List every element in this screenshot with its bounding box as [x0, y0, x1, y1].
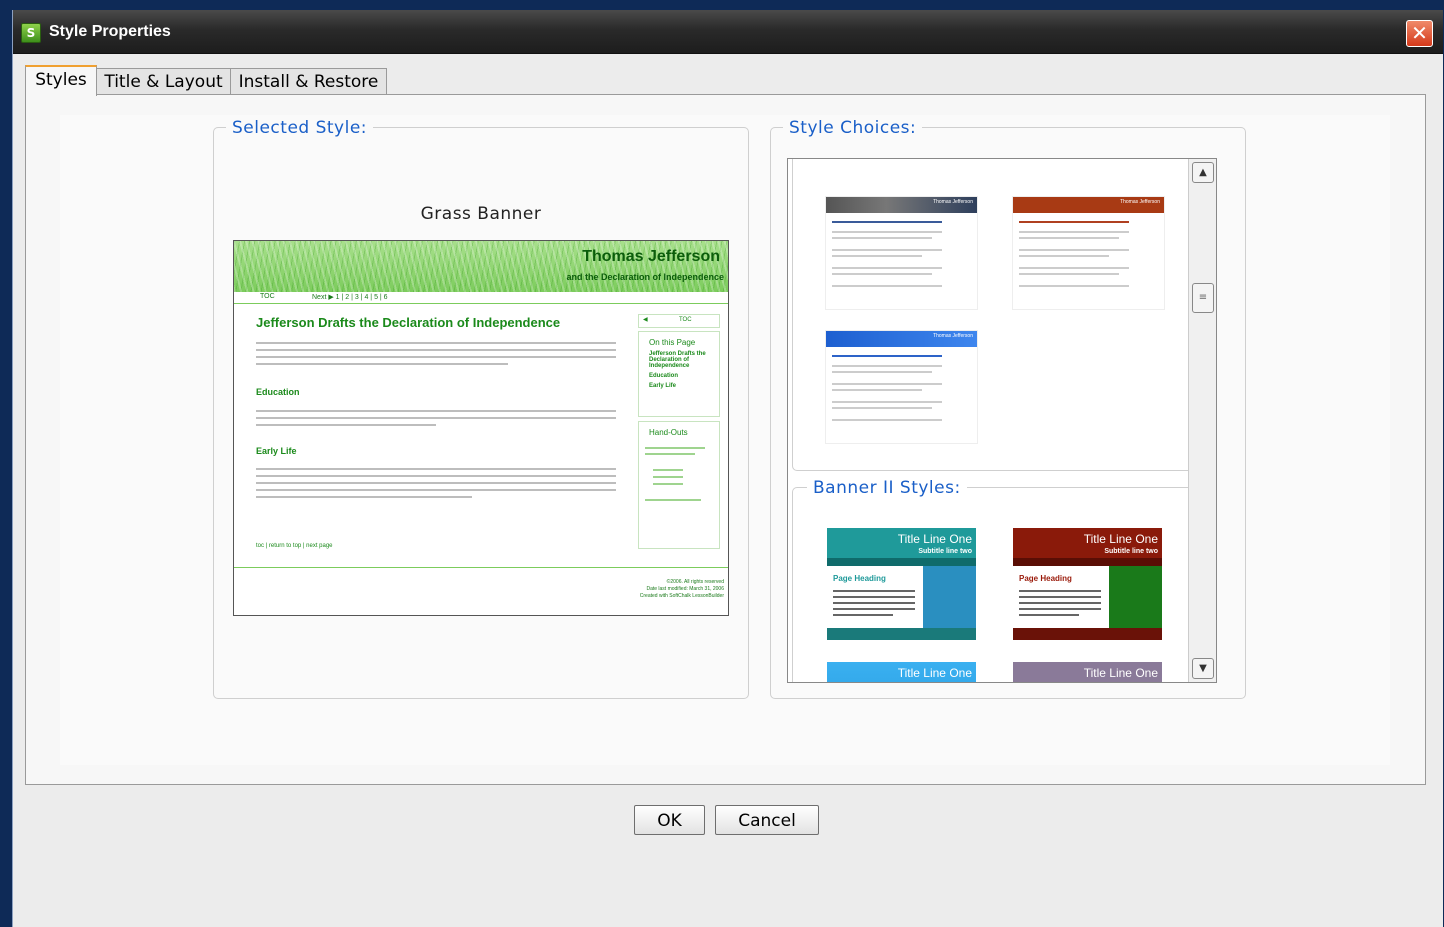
thumbnail-heading: Page Heading	[833, 574, 886, 583]
preview-paragraph	[256, 468, 616, 503]
thumbnail-title: Thomas Jefferson	[933, 199, 973, 205]
preview-footer: ©2006. All rights reserved Date last mod…	[640, 579, 724, 600]
preview-footer-line: Created with SoftChalk LessonBuilder	[639, 593, 724, 599]
preview-paragraph	[256, 342, 616, 370]
style-choices-legend: Style Choices:	[783, 118, 923, 138]
preview-footer-rule	[234, 567, 728, 568]
style-preview: Thomas Jefferson and the Declaration of …	[233, 240, 729, 616]
scroll-down-icon[interactable]: ▼	[1192, 658, 1214, 679]
preview-sidebar-item: Education	[649, 373, 679, 379]
preview-banner: Thomas Jefferson and the Declaration of …	[234, 241, 728, 292]
thumbnail-title: Title Line One	[897, 666, 972, 680]
thumbnail-subtitle: Subtitle line two	[918, 548, 972, 555]
window-title: Style Properties	[49, 23, 171, 40]
preview-section-early-life: Early Life	[256, 446, 297, 456]
preview-sidebar-item: Early Life	[649, 383, 677, 389]
style-properties-window: S Style Properties ✕ Styles Title & Layo…	[12, 10, 1443, 927]
style-choices-group: Style Choices: Thomas Jefferson Thomas J…	[770, 118, 1246, 699]
preview-banner-subtitle: and the Declaration of Independence	[566, 272, 724, 282]
thumbnail-title: Title Line One	[1083, 532, 1158, 546]
style-thumbnail[interactable]: Thomas Jefferson	[825, 196, 978, 310]
style-thumbnail[interactable]: Title Line One Subtitle line two Page He…	[1013, 528, 1162, 640]
preview-banner-title: Thomas Jefferson	[582, 248, 720, 265]
preview-sidebar-item: Jefferson Drafts the Declaration of Inde…	[649, 351, 706, 369]
preview-nav-toc: TOC	[260, 293, 275, 300]
thumbnail-subtitle: Subtitle line two	[1104, 548, 1158, 555]
preview-footer-line: ©2006. All rights reserved	[666, 579, 724, 585]
selected-style-legend: Selected Style:	[226, 118, 374, 138]
thumbnail-title: Title Line One	[1083, 666, 1158, 680]
tab-install-restore[interactable]: Install & Restore	[230, 68, 387, 95]
thumbnail-title: Thomas Jefferson	[933, 333, 973, 339]
style-choices-list[interactable]: Thomas Jefferson Thomas Jefferson Thomas…	[787, 158, 1217, 683]
tab-title-layout[interactable]: Title & Layout	[96, 68, 231, 95]
style-thumbnail[interactable]: Title Line One	[827, 662, 976, 682]
style-thumbnail[interactable]: Thomas Jefferson	[1012, 196, 1165, 310]
preview-footer-line: Date last modified: March 31, 2006	[646, 586, 724, 592]
scroll-up-icon[interactable]: ▲	[1192, 162, 1214, 183]
selected-style-group: Selected Style: Grass Banner Thomas Jeff…	[213, 118, 749, 699]
app-logo-icon: S	[21, 23, 41, 43]
cancel-button[interactable]: Cancel	[715, 805, 819, 835]
preview-paragraph	[256, 410, 616, 431]
close-button[interactable]: ✕	[1406, 20, 1433, 47]
thumbnail-title: Thomas Jefferson	[1120, 199, 1160, 205]
style-thumbnail[interactable]: Thomas Jefferson	[825, 330, 978, 444]
preview-sidebar-toc: ◀ TOC	[638, 314, 720, 328]
banner-ii-legend: Banner II Styles:	[807, 478, 967, 498]
selected-style-name: Grass Banner	[420, 204, 542, 224]
title-bar: S Style Properties ✕	[13, 10, 1443, 54]
preview-handouts-title: Hand-Outs	[649, 428, 688, 437]
preview-handouts-box: Hand-Outs	[638, 421, 720, 549]
style-thumbnail[interactable]: Title Line One Subtitle line two Page He…	[827, 528, 976, 640]
preview-heading: Jefferson Drafts the Declaration of Inde…	[256, 315, 561, 330]
ok-button[interactable]: OK	[634, 805, 705, 835]
choices-scrollbar[interactable]: ▲ ≡ ▼	[1188, 159, 1216, 682]
preview-section-education: Education	[256, 387, 300, 397]
style-thumbnail[interactable]: Title Line One	[1013, 662, 1162, 682]
preview-on-this-page-box: On this Page Jefferson Drafts the Declar…	[638, 331, 720, 417]
style-group-banner: Thomas Jefferson Thomas Jefferson Thomas…	[792, 159, 1199, 471]
preview-navbar: TOC Next ▶ 1 | 2 | 3 | 4 | 5 | 6	[234, 292, 728, 304]
style-group-banner-ii: Banner II Styles: Title Line One Subtitl…	[792, 478, 1199, 682]
preview-on-this-page-title: On this Page	[649, 338, 696, 347]
styles-tab-panel: Selected Style: Grass Banner Thomas Jeff…	[25, 94, 1426, 785]
preview-footer-links: toc | return to top | next page	[256, 543, 333, 549]
thumbnail-title: Title Line One	[897, 532, 972, 546]
thumbnail-heading: Page Heading	[1019, 574, 1072, 583]
tab-styles[interactable]: Styles	[25, 65, 97, 96]
scroll-thumb[interactable]: ≡	[1192, 283, 1214, 313]
preview-nav-pages: Next ▶ 1 | 2 | 3 | 4 | 5 | 6	[312, 294, 388, 301]
preview-sidebar-toc-label: TOC	[679, 317, 692, 323]
